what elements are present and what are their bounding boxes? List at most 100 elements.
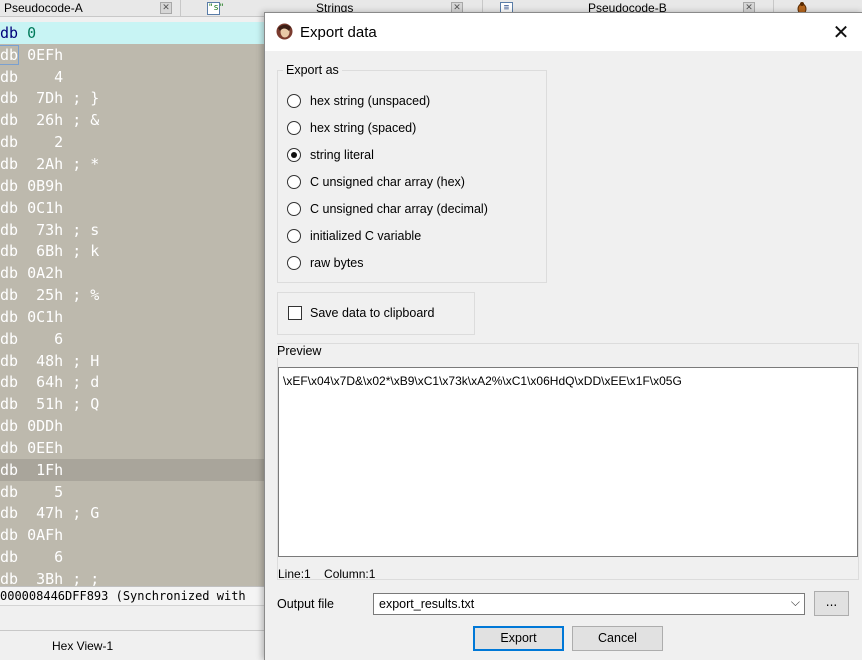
- listing-row[interactable]: db 0EFh: [0, 44, 265, 66]
- byte-value: 26h: [18, 111, 64, 130]
- listing-row[interactable]: db 0C1h: [0, 306, 265, 328]
- radio-indicator[interactable]: [287, 229, 301, 243]
- byte-value: 0A2h: [18, 264, 64, 283]
- radio-label: C unsigned char array (hex): [310, 175, 465, 189]
- radio-indicator[interactable]: [287, 256, 301, 270]
- listing-row[interactable]: db 2Ah ; *: [0, 153, 265, 175]
- listing-row[interactable]: db 0DDh: [0, 415, 265, 437]
- cancel-button[interactable]: Cancel: [572, 626, 663, 651]
- char-comment: ; %: [63, 286, 100, 305]
- radio-indicator[interactable]: [287, 175, 301, 189]
- byte-value: 6Bh: [18, 242, 64, 261]
- char-comment: ; Q: [63, 395, 100, 414]
- radio-c-array-hex[interactable]: C unsigned char array (hex): [287, 173, 465, 191]
- listing-status: 000008446DFF893 (Synchronized with: [0, 586, 265, 605]
- directive: db: [0, 526, 19, 545]
- radio-string-literal[interactable]: string literal: [287, 146, 374, 164]
- output-file-value: export_results.txt: [379, 597, 475, 611]
- byte-value: 0EFh: [18, 45, 64, 64]
- byte-value: 73h: [18, 220, 64, 239]
- tab-pseudocode-a[interactable]: Pseudocode-A: [4, 0, 83, 16]
- listing-row[interactable]: db 0AFh: [0, 524, 265, 546]
- radio-indicator[interactable]: [287, 148, 301, 162]
- directive: db: [0, 133, 19, 152]
- listing-row[interactable]: db 26h ; &: [0, 109, 265, 131]
- directive: db: [0, 570, 19, 586]
- byte-value: 2Ah: [18, 154, 64, 173]
- listing-row[interactable]: db 0EEh: [0, 437, 265, 459]
- hex-listing[interactable]: db 0 db 0EFh db 4 db 7Dh ; } db 26h ; & db 2d…: [0, 22, 265, 586]
- radio-indicator[interactable]: [287, 202, 301, 216]
- listing-row[interactable]: db 3Bh ; ;: [0, 568, 265, 586]
- close-icon[interactable]: ✕: [160, 2, 172, 14]
- byte-value: 0: [18, 23, 37, 42]
- close-button[interactable]: ✕: [819, 13, 862, 51]
- directive: db: [0, 242, 19, 261]
- dialog-titlebar[interactable]: Export data ✕: [265, 13, 862, 51]
- listing-row[interactable]: db 6Bh ; k: [0, 240, 265, 262]
- listing-row[interactable]: db 6: [0, 328, 265, 350]
- directive: db: [0, 286, 19, 305]
- directive: db: [0, 482, 19, 501]
- listing-row[interactable]: db 48h ; H: [0, 350, 265, 372]
- listing-row[interactable]: db 7Dh ; }: [0, 88, 265, 110]
- directive: db: [0, 548, 19, 567]
- save-to-clipboard-checkbox[interactable]: Save data to clipboard: [288, 306, 434, 320]
- listing-row[interactable]: db 1Fh: [0, 458, 265, 481]
- radio-indicator[interactable]: [287, 121, 301, 135]
- byte-value: 47h: [18, 504, 64, 523]
- radio-hex-unspaced[interactable]: hex string (unspaced): [287, 92, 430, 110]
- directive: db: [0, 395, 19, 414]
- listing-row[interactable]: db 51h ; Q: [0, 393, 265, 415]
- listing-row[interactable]: db 47h ; G: [0, 503, 265, 525]
- strings-tab-icon-wrap[interactable]: "s": [207, 0, 224, 16]
- browse-button[interactable]: ...: [814, 591, 849, 616]
- listing-row[interactable]: db 73h ; s: [0, 219, 265, 241]
- radio-label: raw bytes: [310, 256, 364, 270]
- export-button[interactable]: Export: [473, 626, 564, 651]
- listing-row[interactable]: db 5: [0, 481, 265, 503]
- directive: db: [0, 417, 19, 436]
- radio-label: initialized C variable: [310, 229, 422, 243]
- listing-row[interactable]: db 64h ; d: [0, 372, 265, 394]
- listing-row[interactable]: db 4: [0, 66, 265, 88]
- preview-label: Preview: [277, 344, 322, 358]
- radio-c-array-decimal[interactable]: C unsigned char array (decimal): [287, 200, 488, 218]
- listing-row[interactable]: db 0: [0, 22, 265, 44]
- listing-row[interactable]: db 0B9h: [0, 175, 265, 197]
- listing-row[interactable]: db 25h ; %: [0, 284, 265, 306]
- char-comment: ; d: [63, 373, 100, 392]
- listing-row[interactable]: db 0A2h: [0, 262, 265, 284]
- directive: db: [0, 44, 20, 65]
- tab-pseudocode-a-close[interactable]: ✕: [160, 0, 172, 16]
- horizontal-scrollbar[interactable]: [0, 605, 265, 630]
- tab-hex-view[interactable]: Hex View-1: [0, 630, 265, 660]
- checkbox-indicator[interactable]: [288, 306, 302, 320]
- char-comment: ; s: [63, 220, 100, 239]
- byte-value: 7Dh: [18, 89, 64, 108]
- preview-text-area[interactable]: \xEF\x04\x7D&\x02*\xB9\xC1\x73k\xA2%\xC1…: [278, 367, 858, 557]
- directive: db: [0, 111, 19, 130]
- output-file-combo[interactable]: export_results.txt ⌵: [373, 593, 805, 615]
- directive: db: [0, 504, 19, 523]
- directive: db: [0, 154, 19, 173]
- listing-row[interactable]: db 6: [0, 546, 265, 568]
- directive: db: [0, 329, 19, 348]
- byte-value: 0B9h: [18, 176, 64, 195]
- chevron-down-icon[interactable]: ⌵: [791, 595, 800, 610]
- directive: db: [0, 307, 19, 326]
- radio-initialized-c-variable[interactable]: initialized C variable: [287, 227, 421, 245]
- byte-value: 6: [18, 329, 64, 348]
- listing-row[interactable]: db 2: [0, 131, 265, 153]
- directive: db: [0, 351, 19, 370]
- radio-hex-spaced[interactable]: hex string (spaced): [287, 119, 416, 137]
- line-indicator: Line:1: [278, 567, 311, 581]
- radio-indicator[interactable]: [287, 94, 301, 108]
- radio-label: hex string (unspaced): [310, 94, 431, 108]
- cursor-position: Line:1 Column:1: [278, 567, 375, 581]
- app-icon: [276, 23, 293, 40]
- tab-label: Pseudocode-A: [4, 1, 83, 15]
- radio-raw-bytes[interactable]: raw bytes: [287, 254, 364, 272]
- listing-row[interactable]: db 0C1h: [0, 197, 265, 219]
- export-as-label: Export as: [283, 63, 342, 77]
